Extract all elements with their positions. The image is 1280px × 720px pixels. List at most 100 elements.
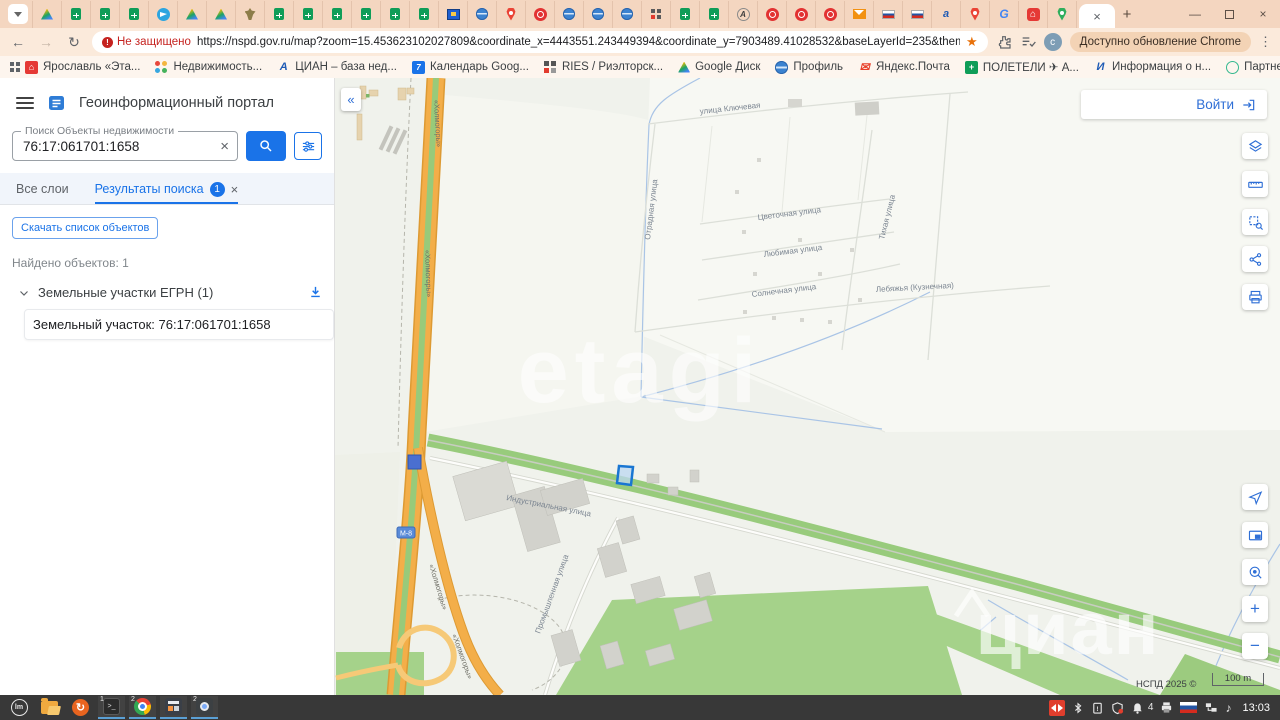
measure-button[interactable] <box>1242 171 1268 197</box>
zoom-in-button[interactable]: + <box>1242 596 1268 622</box>
search-on-map-button[interactable] <box>1242 559 1268 585</box>
pinned-tab[interactable] <box>91 1 120 28</box>
pinned-tab[interactable] <box>120 1 149 28</box>
bookmark-item[interactable]: ЦИАН – база нед... <box>277 61 397 74</box>
clear-search-icon[interactable]: × <box>220 138 229 155</box>
pinned-tab[interactable] <box>526 1 555 28</box>
reading-list-icon[interactable] <box>1020 34 1036 50</box>
pinned-tab[interactable] <box>381 1 410 28</box>
search-button[interactable] <box>246 131 286 161</box>
menu-icon[interactable] <box>16 97 34 109</box>
filter-button[interactable] <box>294 132 322 160</box>
bluetooth-icon[interactable] <box>1072 701 1084 715</box>
bookmark-item[interactable]: Яндекс.Почта <box>858 61 950 74</box>
close-results-tab-icon[interactable]: × <box>231 182 239 197</box>
pinned-tab[interactable] <box>990 1 1019 28</box>
keyboard-layout-flag-icon[interactable] <box>1180 702 1197 713</box>
tab-search-results[interactable]: Результаты поиска 1 × <box>95 182 239 205</box>
forward-button[interactable]: → <box>36 34 56 50</box>
bookmark-item[interactable]: Информация о н... <box>1094 61 1211 74</box>
pinned-tab[interactable] <box>671 1 700 28</box>
back-button[interactable]: ← <box>8 34 28 50</box>
pinned-tab[interactable] <box>874 1 903 28</box>
map-canvas[interactable]: М-8 улица Ключевая Отрадная улица Цветоч… <box>335 78 1280 695</box>
pinned-tab[interactable] <box>903 1 932 28</box>
audio-player-icon[interactable]: ♪ <box>1225 701 1231 715</box>
taskbar-clock[interactable]: 13:03 <box>1242 702 1270 714</box>
browser-menu-icon[interactable]: ⋮ <box>1259 34 1272 50</box>
chrome-update-button[interactable]: Доступно обновление Chrome <box>1070 32 1251 52</box>
bookmark-item[interactable]: Ярославль «Эта... <box>25 61 140 74</box>
collapse-panel-button[interactable]: « <box>341 88 361 111</box>
pinned-tab[interactable] <box>62 1 91 28</box>
close-tab-icon[interactable]: × <box>1093 10 1101 23</box>
pinned-tab[interactable] <box>758 1 787 28</box>
bookmark-item[interactable]: Партнер онлайн <box>1226 61 1280 74</box>
profile-avatar[interactable]: c <box>1044 33 1062 51</box>
search-input[interactable]: Поиск Объекты недвижимости 76:17:061701:… <box>12 131 238 161</box>
chrome-app-button[interactable]: 2 <box>129 696 156 719</box>
pinned-tab[interactable] <box>178 1 207 28</box>
pinned-tab[interactable] <box>729 1 758 28</box>
close-window-button[interactable]: × <box>1246 0 1280 28</box>
reload-button[interactable]: ↻ <box>64 34 84 51</box>
bookmark-item[interactable]: Профиль <box>775 61 843 74</box>
results-group-header[interactable]: Земельные участки ЕГРН (1) <box>18 284 324 301</box>
pinned-tab[interactable] <box>584 1 613 28</box>
pinned-tab[interactable] <box>700 1 729 28</box>
clipboard-icon[interactable]: ! <box>1091 701 1104 715</box>
zoom-out-button[interactable]: − <box>1242 633 1268 659</box>
network-icon[interactable] <box>1204 701 1218 714</box>
pinned-tab[interactable] <box>613 1 642 28</box>
bookmark-star-icon[interactable]: ★ <box>966 34 978 50</box>
tab-all-layers[interactable]: Все слои <box>16 182 69 204</box>
pinned-tab[interactable] <box>555 1 584 28</box>
pinned-tab[interactable] <box>410 1 439 28</box>
pinned-tab[interactable] <box>149 1 178 28</box>
pinned-tab[interactable] <box>816 1 845 28</box>
pinned-tab[interactable] <box>265 1 294 28</box>
minimap-button[interactable] <box>1242 522 1268 548</box>
shield-icon[interactable] <box>1111 701 1124 715</box>
files-app-button[interactable] <box>36 696 63 719</box>
terminal-app-button[interactable]: 1 >_ <box>98 696 125 719</box>
pinned-tab[interactable] <box>207 1 236 28</box>
security-badge[interactable]: ! Не защищено <box>102 36 191 48</box>
pinned-tab[interactable] <box>1048 1 1077 28</box>
orange-app-button[interactable]: ↻ <box>67 696 94 719</box>
minimize-button[interactable]: — <box>1178 0 1212 28</box>
bookmark-item[interactable]: Недвижимость... <box>155 61 262 74</box>
new-tab-button[interactable]: + <box>1115 6 1139 23</box>
calculator-app-button[interactable] <box>160 696 187 719</box>
maximize-button[interactable] <box>1212 0 1246 28</box>
bookmark-item[interactable]: Календарь Goog... <box>412 61 529 74</box>
pinned-tab[interactable] <box>961 1 990 28</box>
download-object-list-button[interactable]: Скачать список объектов <box>12 217 158 239</box>
printer-tray-icon[interactable] <box>1160 701 1173 714</box>
pinned-tab[interactable] <box>323 1 352 28</box>
login-button[interactable]: Войти <box>1081 90 1267 119</box>
url-bar[interactable]: ! Не защищено https://nspd.gov.ru/map?zo… <box>92 31 988 53</box>
pinned-tab[interactable] <box>468 1 497 28</box>
bookmark-item[interactable]: RIES / Риэлторск... <box>544 61 663 74</box>
start-menu-button[interactable]: lm <box>6 697 32 719</box>
bookmark-item[interactable]: Google Диск <box>678 61 760 73</box>
pinned-tab[interactable] <box>4 1 33 28</box>
print-button[interactable] <box>1242 284 1268 310</box>
download-icon[interactable] <box>307 284 324 301</box>
pinned-tab[interactable] <box>439 1 468 28</box>
bookmark-item[interactable]: ПОЛЕТЕЛИ ✈ А... <box>965 60 1079 74</box>
pinned-tab[interactable] <box>294 1 323 28</box>
pinned-tab[interactable] <box>352 1 381 28</box>
pinned-tab[interactable] <box>33 1 62 28</box>
notifications-bell-icon[interactable] <box>1131 701 1144 715</box>
red-tray-icon[interactable] <box>1049 700 1065 716</box>
layers-button[interactable] <box>1242 133 1268 159</box>
area-search-button[interactable] <box>1242 209 1268 235</box>
pinned-tab[interactable] <box>497 1 526 28</box>
pinned-tab[interactable] <box>1019 1 1048 28</box>
parcel-result-item[interactable]: Земельный участок: 76:17:061701:1658 <box>24 309 334 340</box>
pinned-tab[interactable] <box>642 1 671 28</box>
pinned-tab[interactable] <box>787 1 816 28</box>
extensions-icon[interactable] <box>996 34 1012 50</box>
